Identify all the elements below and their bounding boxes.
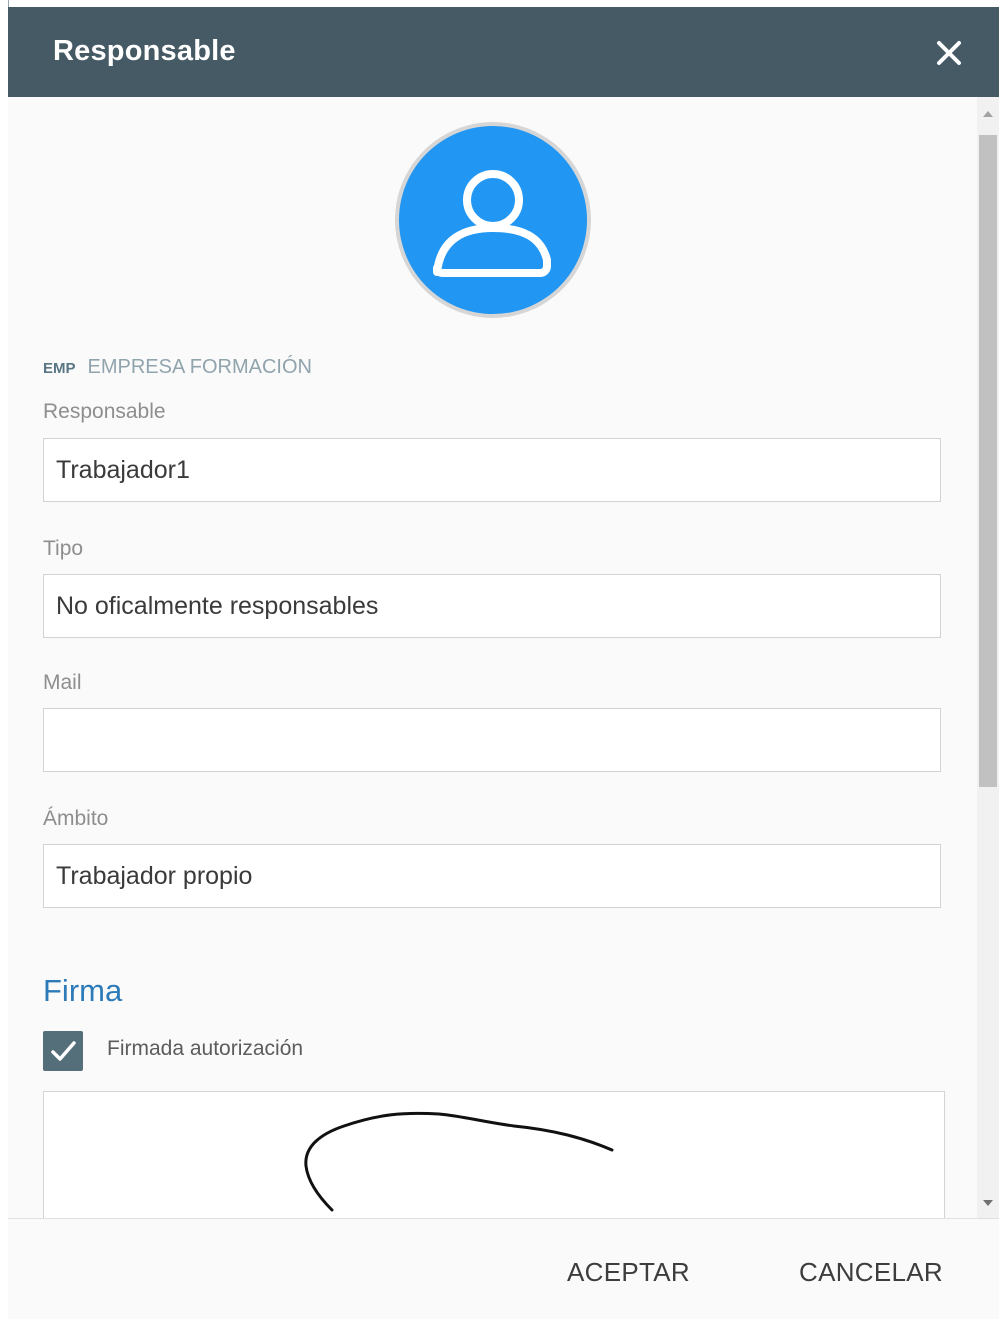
signature-pad[interactable]	[43, 1091, 945, 1218]
close-button[interactable]	[933, 37, 965, 69]
scroll-thumb[interactable]	[979, 135, 997, 787]
company-name: EMPRESA FORMACIÓN	[87, 356, 312, 378]
avatar[interactable]	[393, 120, 593, 320]
company-code: EMP	[43, 360, 76, 377]
ambito-input[interactable]	[43, 844, 941, 908]
dialog-body: EMP EMPRESA FORMACIÓN Responsable Tipo Ma…	[8, 97, 999, 1218]
scrollbar[interactable]	[977, 97, 999, 1218]
page: Responsable EMP EMPRESA FORMACIÓN Respon…	[0, 0, 999, 1319]
responsable-dialog: Responsable EMP EMPRESA FORMACIÓN Respon…	[8, 7, 999, 1319]
scroll-down-arrow-icon[interactable]	[983, 1200, 993, 1206]
company-info: EMP EMPRESA FORMACIÓN	[43, 356, 312, 379]
tipo-input[interactable]	[43, 574, 941, 638]
dialog-title: Responsable	[53, 35, 236, 67]
firma-section-title: Firma	[43, 973, 123, 1008]
dialog-header: Responsable	[8, 7, 999, 97]
tipo-label: Tipo	[43, 537, 84, 560]
firmada-checkbox[interactable]	[43, 1031, 83, 1071]
responsable-label: Responsable	[43, 400, 166, 423]
signature-stroke	[304, 1111, 614, 1212]
user-icon	[395, 122, 591, 318]
mail-input[interactable]	[43, 708, 941, 772]
accept-button[interactable]: ACEPTAR	[567, 1257, 690, 1288]
close-icon	[937, 41, 961, 65]
scroll-up-arrow-icon[interactable]	[983, 111, 993, 117]
responsable-input[interactable]	[43, 438, 941, 502]
firmada-checkbox-label: Firmada autorización	[107, 1037, 304, 1060]
cancel-button[interactable]: CANCELAR	[799, 1257, 943, 1288]
ambito-label: Ámbito	[43, 807, 109, 830]
mail-label: Mail	[43, 671, 82, 694]
dialog-footer: ACEPTAR CANCELAR	[8, 1218, 999, 1319]
check-icon	[51, 1041, 76, 1061]
